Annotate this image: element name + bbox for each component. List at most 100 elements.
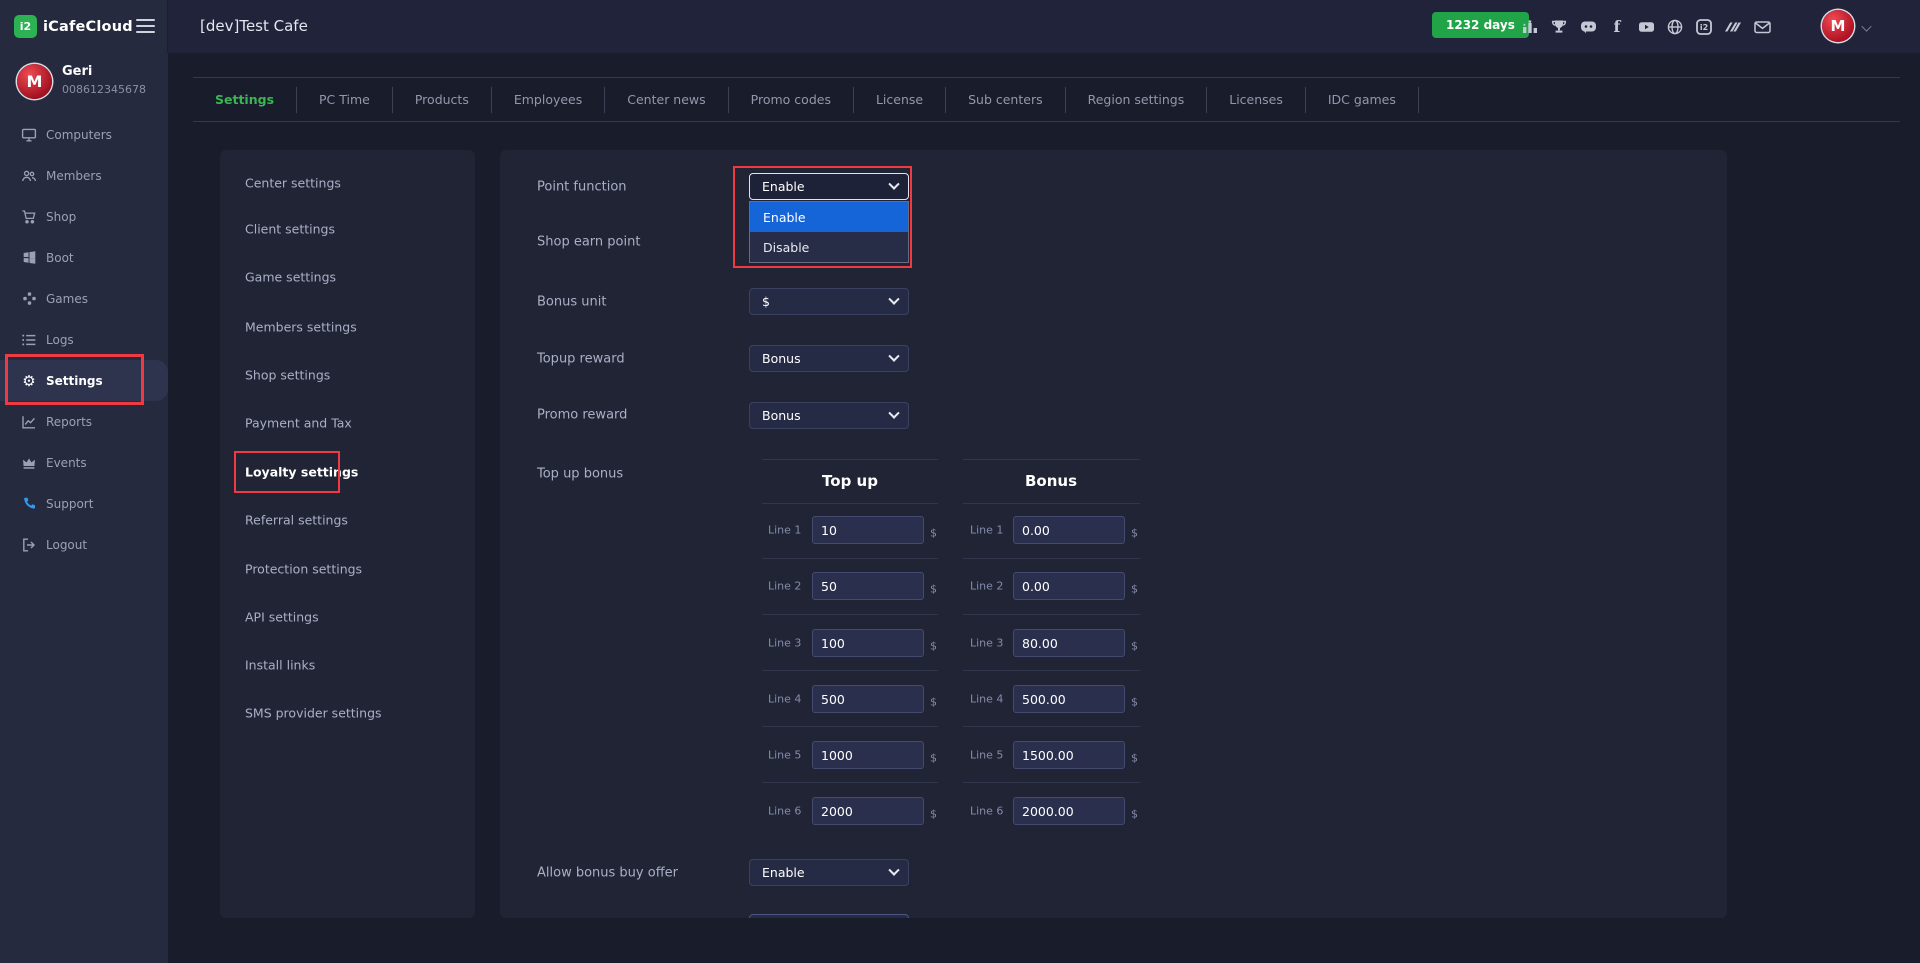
sidebar-item-label: Computers [46,128,112,142]
brand-logo-icon: i2 [14,15,37,38]
topup-line1-input[interactable] [812,516,924,544]
topup-line2-input[interactable] [812,572,924,600]
tab-license[interactable]: License [854,87,946,113]
nav-referral-settings[interactable]: Referral settings [245,513,348,528]
bonus-line3-input[interactable] [1013,629,1125,657]
topbar: i2 iCafeCloud [dev]Test Cafe 1232 days [0,0,1920,53]
sidebar-item-logout[interactable]: Logout [0,524,168,565]
nav-sms-provider-settings[interactable]: SMS provider settings [245,706,382,721]
topup-line5-input[interactable] [812,741,924,769]
avatar-chevron-down-icon[interactable] [1861,21,1871,31]
discord-icon[interactable] [1578,17,1598,37]
loyalty-settings-form: Point function Enable Enable Disable Sho… [500,150,1727,918]
point-function-select[interactable]: Enable [749,173,909,200]
dropdown-option-enable[interactable]: Enable [750,202,908,232]
tab-licenses[interactable]: Licenses [1207,87,1306,113]
sidebar-user-block[interactable]: M Geri 008612345678 [0,61,168,105]
dropdown-option-disable[interactable]: Disable [750,232,908,262]
tab-pc-time[interactable]: PC Time [297,87,393,113]
currency-suffix: $ [1131,696,1138,709]
nav-loyalty-settings[interactable]: Loyalty settings [245,465,358,480]
nav-center-settings[interactable]: Center settings [245,176,341,191]
bonus-line3-label: Line 3 [970,637,1003,650]
topup-line4-input[interactable] [812,685,924,713]
days-remaining-badge[interactable]: 1232 days [1432,12,1529,38]
sidebar-item-games[interactable]: Games [0,278,168,319]
sidebar-item-shop[interactable]: Shop [0,196,168,237]
user-avatar[interactable]: M [1822,10,1854,42]
currency-suffix: $ [930,808,937,821]
nav-client-settings[interactable]: Client settings [245,222,335,237]
bonus-line5-input[interactable] [1013,741,1125,769]
sidebar-item-support[interactable]: Support [0,483,168,524]
nav-members-settings[interactable]: Members settings [245,320,357,335]
bonus-line4-label: Line 4 [970,693,1003,706]
topup-line3-input[interactable] [812,629,924,657]
topup-reward-select[interactable]: Bonus [749,345,909,372]
topup-line6-label: Line 6 [768,805,801,818]
sidebar-item-computers[interactable]: Computers [0,114,168,155]
topup-table-title: Top up [822,472,878,490]
chart-icon [21,414,37,430]
sidebar-item-logs[interactable]: Logs [0,319,168,360]
allow-bonus-buy-offer-select[interactable]: Enable [749,859,909,886]
sidebar-nav: Computers Members Shop [0,114,168,565]
divider [762,782,938,783]
nav-shop-settings[interactable]: Shop settings [245,368,330,383]
youtube-icon[interactable] [1636,17,1656,37]
tab-settings[interactable]: Settings [193,87,297,113]
hamburger-menu-icon[interactable] [136,19,155,33]
svg-text:i2: i2 [1700,23,1708,32]
sidebar-item-members[interactable]: Members [0,155,168,196]
promo-reward-label: Promo reward [537,408,627,423]
tab-region-settings[interactable]: Region settings [1066,87,1208,113]
globe-icon[interactable] [1665,17,1685,37]
divider [762,558,938,559]
sidebar-item-events[interactable]: Events [0,442,168,483]
topup-line5-label: Line 5 [768,749,801,762]
trophy-icon[interactable] [1549,17,1569,37]
divider [963,614,1140,615]
bonus-table-title: Bonus [1025,472,1077,490]
facebook-icon[interactable]: f [1607,17,1627,37]
nav-game-settings[interactable]: Game settings [245,270,336,285]
tab-bar: Settings PC Time Products Employees Cent… [193,77,1900,122]
sidebar-item-boot[interactable]: Boot [0,237,168,278]
topup-reward-label: Topup reward [537,352,625,367]
sidebar-item-reports[interactable]: Reports [0,401,168,442]
bonus-line1-input[interactable] [1013,516,1125,544]
chevron-down-icon [888,864,899,875]
mail-icon[interactable] [1752,17,1772,37]
tab-employees[interactable]: Employees [492,87,605,113]
tab-idc-games[interactable]: IDC games [1306,87,1419,113]
divider [963,726,1140,727]
bonus-line6-input[interactable] [1013,797,1125,825]
nav-install-links[interactable]: Install links [245,658,315,673]
divider [963,782,1140,783]
sidebar-user-id: 008612345678 [62,83,146,96]
nav-protection-settings[interactable]: Protection settings [245,562,362,577]
promo-reward-select[interactable]: Bonus [749,402,909,429]
icafe-logo-icon[interactable]: i2 [1694,17,1714,37]
phone-icon [21,496,37,512]
tab-promo-codes[interactable]: Promo codes [729,87,854,113]
topup-line6-input[interactable] [812,797,924,825]
bonus-line2-input[interactable] [1013,572,1125,600]
bonus-line4-input[interactable] [1013,685,1125,713]
clipped-next-select[interactable] [749,914,909,918]
sidebar-item-settings[interactable]: ⚙ Settings [0,360,168,401]
sidebar-item-label: Members [46,169,102,183]
currency-suffix: $ [1131,527,1138,540]
currency-suffix: $ [1131,583,1138,596]
tab-sub-centers[interactable]: Sub centers [946,87,1066,113]
tab-center-news[interactable]: Center news [605,87,728,113]
bonus-unit-select[interactable]: $ [749,288,909,315]
currency-suffix: $ [1131,808,1138,821]
nav-payment-and-tax[interactable]: Payment and Tax [245,416,352,431]
nav-api-settings[interactable]: API settings [245,610,319,625]
layers-icon[interactable] [1723,17,1743,37]
tab-products[interactable]: Products [393,87,492,113]
sidebar-item-label: Settings [46,374,103,388]
ranking-icon[interactable] [1520,17,1540,37]
chevron-down-icon [888,407,899,418]
